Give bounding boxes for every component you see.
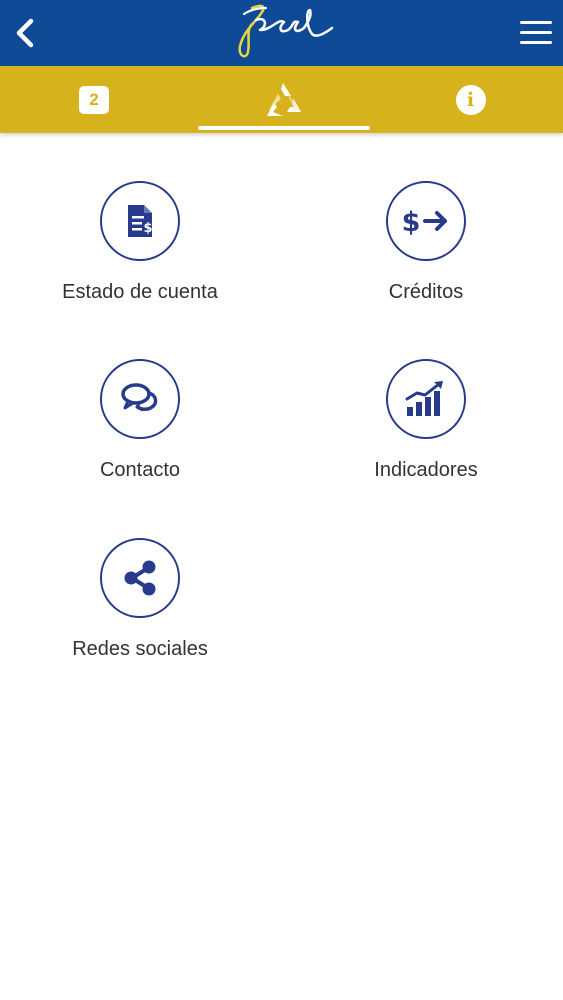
- menu-item-indicadores[interactable]: Indicadores: [296, 359, 556, 509]
- chevron-left-icon: [16, 18, 34, 48]
- indicators-icon-circle: [386, 359, 466, 439]
- notification-badge: 2: [79, 85, 109, 114]
- triangle-logo-icon: [267, 82, 301, 116]
- chat-bubbles-icon: [121, 383, 158, 412]
- menu-button[interactable]: [517, 17, 555, 49]
- tab-home[interactable]: [188, 66, 378, 133]
- tab-info[interactable]: i: [378, 66, 563, 133]
- hamburger-line: [520, 41, 552, 44]
- menu-label-indicadores: Indicadores: [374, 459, 478, 481]
- back-button[interactable]: [6, 14, 44, 52]
- menu-item-creditos[interactable]: $ Créditos: [296, 181, 556, 331]
- menu-label-estado: Estado de cuenta: [62, 281, 218, 303]
- menu-item-redes-sociales[interactable]: Redes sociales: [10, 538, 270, 688]
- app-logo: [222, 0, 342, 66]
- menu-label-redes: Redes sociales: [72, 638, 208, 660]
- menu-item-contacto[interactable]: Contacto: [10, 359, 270, 509]
- top-app-bar: [0, 0, 563, 66]
- bar-chart-trend-icon: [405, 381, 443, 416]
- credits-icon-circle: $: [386, 181, 466, 261]
- social-icon-circle: [100, 538, 180, 618]
- document-dollar-icon: $: [128, 205, 153, 237]
- tab-bar: 2 i: [0, 66, 563, 133]
- hamburger-line: [520, 31, 552, 34]
- hamburger-menu-icon: [520, 21, 552, 24]
- menu-label-creditos: Créditos: [388, 281, 464, 303]
- svg-text:$: $: [402, 207, 421, 238]
- menu-label-contacto: Contacto: [99, 459, 181, 481]
- share-icon: [124, 560, 156, 596]
- svg-text:$: $: [143, 221, 152, 236]
- contact-icon-circle: [100, 359, 180, 439]
- active-tab-indicator: [198, 126, 370, 130]
- menu-item-estado-de-cuenta[interactable]: $ Estado de cuenta: [10, 181, 270, 331]
- tab-notifications[interactable]: 2: [0, 66, 188, 133]
- statement-icon-circle: $: [100, 181, 180, 261]
- dollar-arrow-icon: $: [402, 207, 447, 238]
- info-icon: i: [455, 84, 486, 115]
